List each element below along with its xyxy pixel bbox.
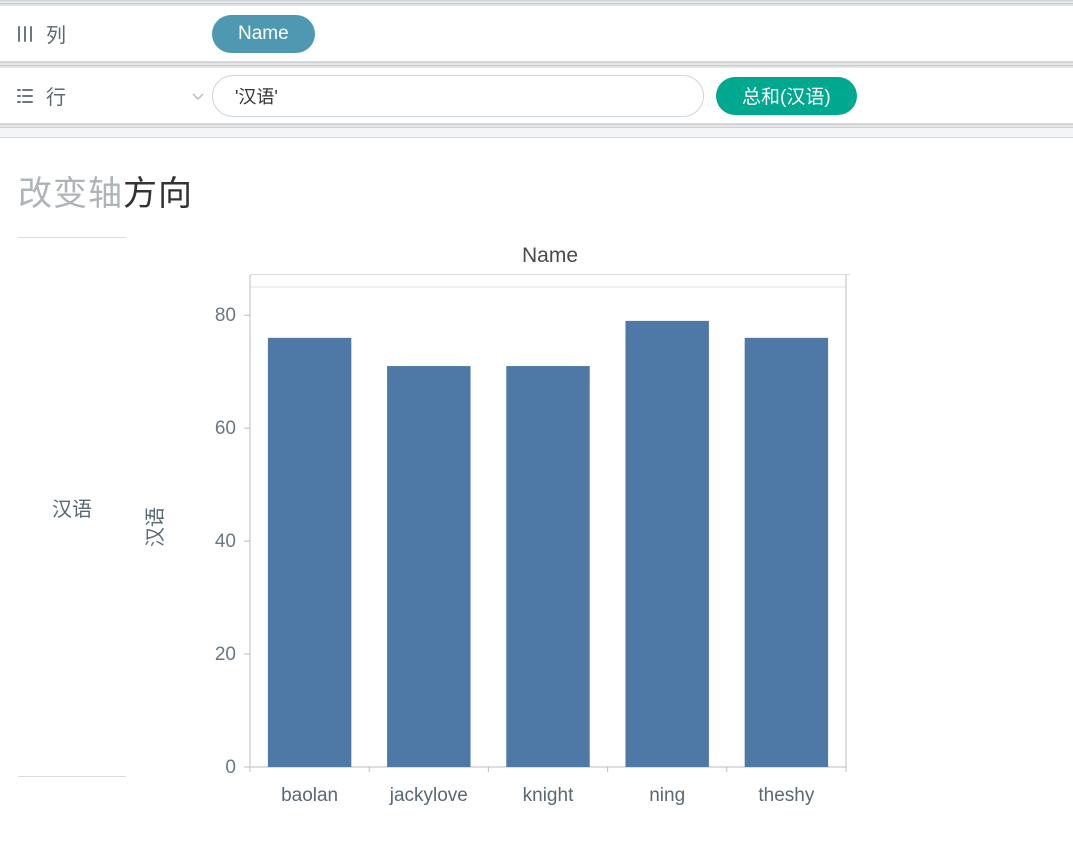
- x-axis-tick-labels: baolan jackylove knight ning theshy: [126, 777, 850, 821]
- columns-pill-name[interactable]: Name: [212, 15, 315, 53]
- bar-jackylove[interactable]: [387, 366, 470, 767]
- rows-shelf-label: 行: [46, 81, 66, 110]
- rows-shelf-dropdown-icon[interactable]: [192, 84, 204, 107]
- columns-shelf-label: 列: [46, 19, 66, 48]
- bar-knight[interactable]: [506, 366, 589, 767]
- x-tick-jackylove: jackylove: [390, 785, 468, 807]
- pane-gap: [0, 128, 1073, 138]
- bar-theshy[interactable]: [745, 338, 828, 767]
- rows-pill-sum[interactable]: 总和(汉语): [716, 77, 857, 115]
- rows-shelf-label-box: 行: [6, 81, 212, 110]
- x-tick-ning: ning: [649, 785, 685, 807]
- bar-chart-svg: 0 20 40 60 80 汉语: [126, 237, 850, 777]
- bar-baolan[interactable]: [268, 338, 351, 767]
- plot-area: Name 020406080汉语: [126, 237, 850, 777]
- svg-text:20: 20: [215, 644, 236, 665]
- row-header[interactable]: 汉语: [18, 237, 126, 777]
- rows-shelf: 行 总和(汉语): [0, 66, 1073, 124]
- rows-formula-input[interactable]: [212, 75, 704, 117]
- chart-title-part2: 方向: [123, 175, 193, 213]
- chart-title-part1: 改变轴: [18, 175, 123, 213]
- svg-text:80: 80: [215, 305, 236, 326]
- chart-layout: 汉语 Name 020406080汉语 baolanjackyloveknigh…: [18, 237, 1073, 821]
- columns-icon: [14, 23, 36, 45]
- svg-text:0: 0: [225, 757, 236, 777]
- svg-text:60: 60: [215, 418, 236, 439]
- columns-shelf-label-box: 列: [6, 19, 212, 48]
- columns-shelf: 列 Name: [0, 4, 1073, 62]
- chart-title: 改变轴方向: [18, 156, 1073, 237]
- x-tick-knight: knight: [523, 785, 574, 807]
- x-tick-theshy: theshy: [758, 785, 814, 807]
- rows-icon: [14, 85, 36, 107]
- bar-ning[interactable]: [625, 321, 708, 767]
- chart-pane: 改变轴方向 汉语 Name 020406080汉语 baolanjackylov…: [0, 138, 1073, 821]
- y-axis-title[interactable]: 汉语: [144, 507, 167, 547]
- x-tick-baolan: baolan: [281, 785, 338, 807]
- svg-text:40: 40: [215, 531, 236, 552]
